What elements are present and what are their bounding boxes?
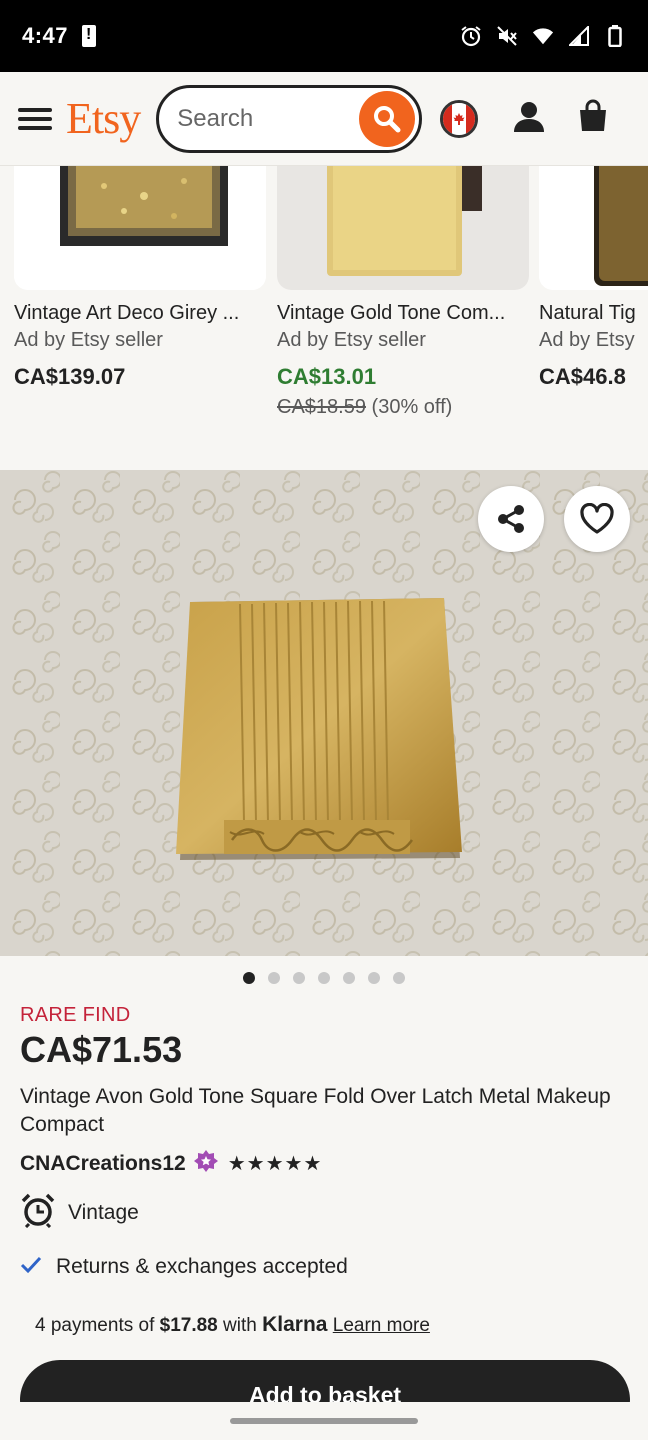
card-title: Vintage Art Deco Girey ... (14, 302, 240, 324)
favorite-button[interactable] (564, 486, 630, 552)
klarna-mid: with (223, 1315, 257, 1336)
home-gesture-handle[interactable] (230, 1418, 418, 1424)
mute-icon (496, 25, 518, 47)
product-thumbnail[interactable] (14, 166, 266, 290)
battery-icon (604, 25, 626, 47)
gallery-dot[interactable] (268, 972, 280, 984)
recommended-carousel[interactable]: Vintage Art Deco Girey ... Ad by Etsy se… (0, 166, 648, 466)
shop-row[interactable]: CNACreations12 ★★★★★ (20, 1149, 630, 1178)
recommended-card[interactable]: Natural Tig Ad by Etsy CA$46.8 (539, 166, 648, 390)
klarna-prefix: 4 payments of (35, 1315, 155, 1336)
heart-icon (580, 503, 614, 534)
product-image-gallery[interactable] (0, 470, 648, 956)
rare-find-badge: RARE FIND (20, 1004, 131, 1026)
recommended-card[interactable]: Vintage Gold Tone Com... Ad by Etsy sell… (277, 166, 529, 419)
alarm-icon (460, 25, 482, 47)
checkmark-icon (20, 1256, 42, 1279)
original-price: CA$18.59 (277, 396, 366, 418)
product-thumbnail[interactable] (539, 166, 648, 290)
system-nav-bar (0, 1402, 648, 1440)
canada-flag-icon[interactable] (440, 99, 479, 138)
rating-stars[interactable]: ★★★★★ (228, 1151, 323, 1176)
gallery-dot[interactable] (318, 972, 330, 984)
card-subtitle: Ad by Etsy seller (14, 329, 163, 351)
card-price: CA$139.07 (14, 364, 126, 389)
status-bar: 4:47 (0, 0, 648, 72)
gallery-dot[interactable] (368, 972, 380, 984)
search-icon (374, 105, 401, 132)
vintage-row: Vintage (20, 1192, 630, 1233)
star-seller-icon (193, 1149, 218, 1178)
signal-icon (568, 25, 590, 47)
recommended-card[interactable]: Vintage Art Deco Girey ... Ad by Etsy se… (14, 166, 266, 390)
gallery-pagination[interactable] (0, 972, 648, 984)
card-title: Natural Tig (539, 302, 636, 324)
card-price: CA$46.8 (539, 364, 626, 389)
gallery-dot[interactable] (393, 972, 405, 984)
product-info: RARE FIND CA$71.53 Vintage Avon Gold Ton… (20, 1004, 630, 1337)
gallery-dot[interactable] (343, 972, 355, 984)
product-price: CA$71.53 (20, 1029, 183, 1070)
product-title: Vintage Avon Gold Tone Square Fold Over … (20, 1085, 611, 1136)
card-subtitle: Ad by Etsy seller (277, 329, 426, 351)
menu-icon[interactable] (18, 105, 52, 133)
card-subtitle: Ad by Etsy (539, 329, 635, 351)
account-icon[interactable] (512, 99, 546, 138)
klarna-logo: Klarna (262, 1313, 328, 1336)
search-input[interactable] (177, 104, 348, 133)
alert-icon (82, 25, 97, 47)
share-icon (498, 505, 524, 533)
klarna-payment-info: 4 payments of $17.88 with Klarna Learn m… (35, 1313, 630, 1337)
share-button[interactable] (478, 486, 544, 552)
etsy-logo[interactable]: Etsy (66, 93, 141, 144)
product-image (0, 470, 648, 956)
card-original-price: CA$18.59 (30% off) (277, 396, 529, 419)
learn-more-link[interactable]: Learn more (333, 1315, 430, 1336)
returns-label: Returns & exchanges accepted (56, 1255, 348, 1278)
shop-name[interactable]: CNACreations12 (20, 1152, 186, 1176)
status-time: 4:47 (22, 23, 69, 48)
basket-icon[interactable] (576, 99, 610, 138)
product-thumbnail[interactable] (277, 166, 529, 290)
search-button[interactable] (359, 90, 416, 147)
gallery-dot[interactable] (293, 972, 305, 984)
search-bar[interactable] (156, 84, 423, 153)
vintage-label: Vintage (68, 1200, 139, 1224)
alarm-clock-icon (20, 1192, 56, 1233)
app-header: Etsy (0, 72, 648, 166)
wifi-icon (532, 25, 554, 47)
returns-row: Returns & exchanges accepted (20, 1255, 630, 1279)
discount-label: (30% off) (371, 396, 453, 418)
klarna-amount: $17.88 (159, 1315, 218, 1336)
card-title: Vintage Gold Tone Com... (277, 302, 506, 324)
gallery-dot[interactable] (243, 972, 255, 984)
card-sale-price: CA$13.01 (277, 364, 377, 389)
